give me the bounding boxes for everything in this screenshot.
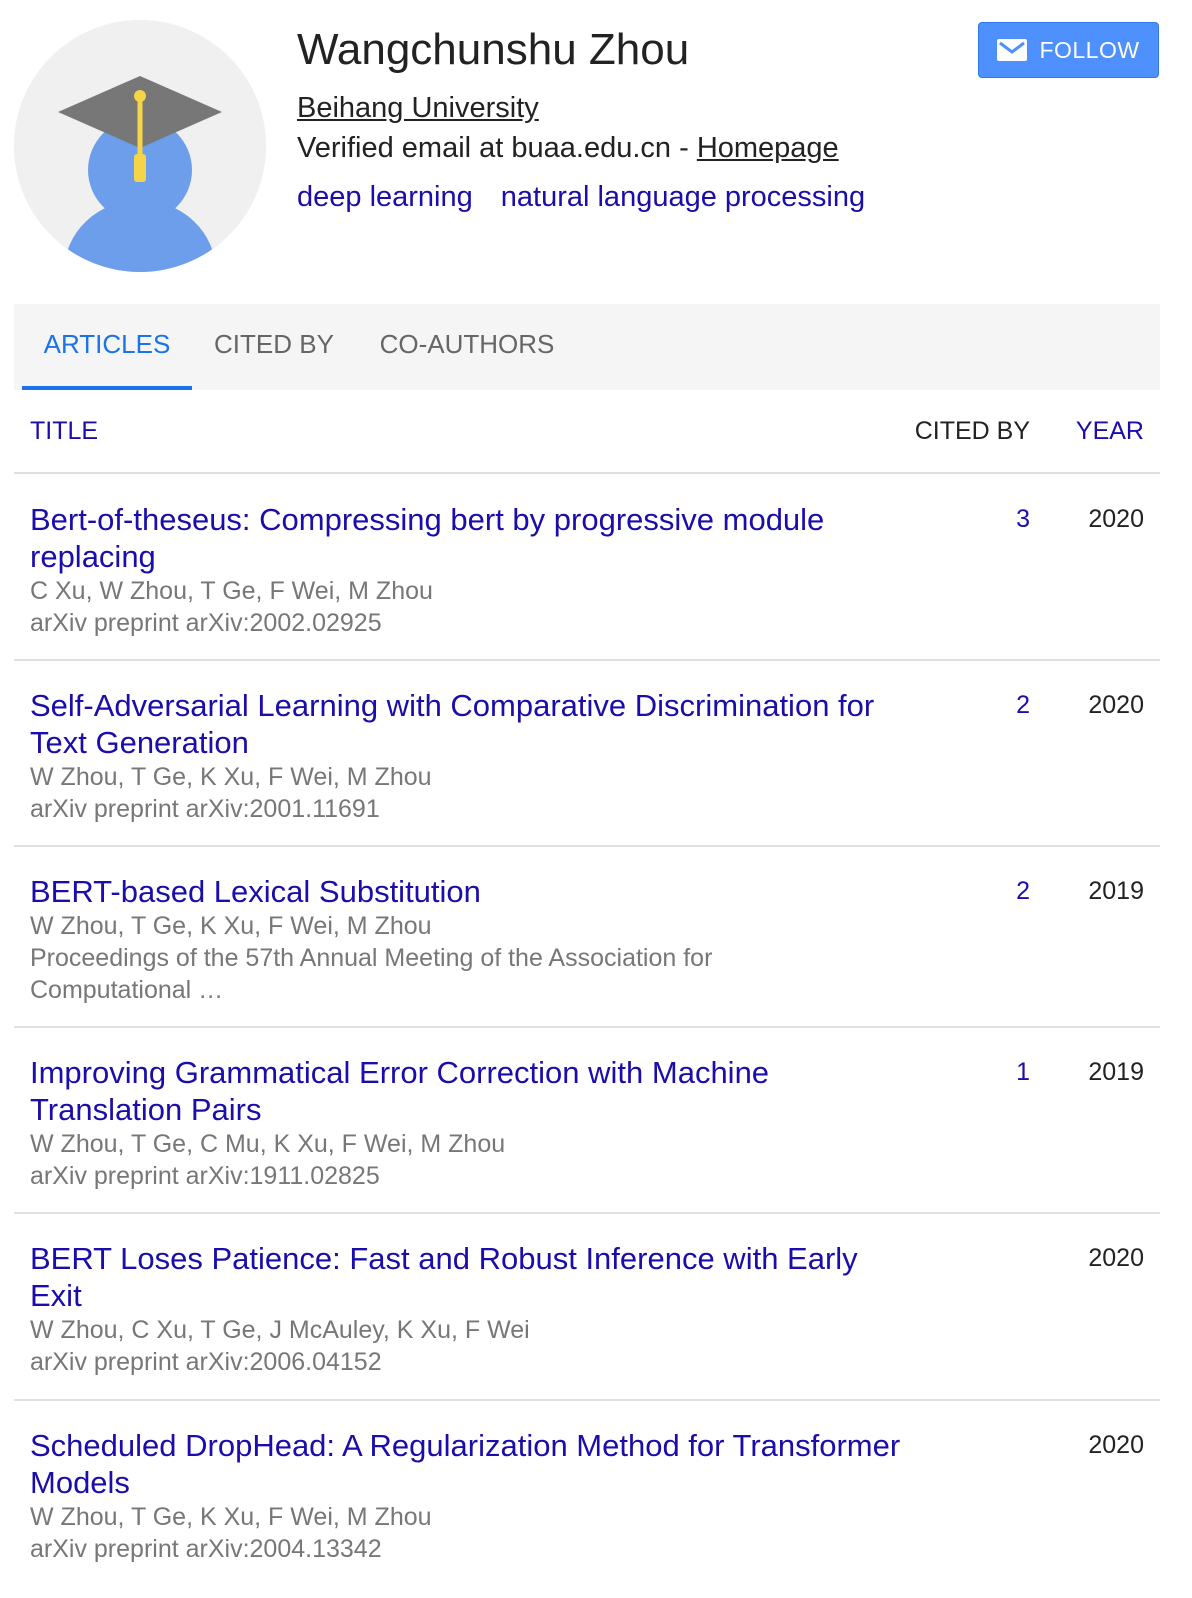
article-venue: arXiv preprint arXiv:2001.11691 bbox=[30, 795, 380, 823]
mail-envelope-icon bbox=[997, 39, 1028, 61]
article-title-link[interactable]: Improving Grammatical Error Correction w… bbox=[14, 1054, 910, 1128]
cited-by-count[interactable]: 1 bbox=[1016, 1057, 1030, 1087]
article-venue: arXiv preprint arXiv:2004.13342 bbox=[30, 1535, 382, 1563]
sort-by-title[interactable]: TITLE bbox=[30, 416, 98, 446]
cited-by-count[interactable]: 2 bbox=[1016, 690, 1030, 720]
interest-link[interactable]: natural language processing bbox=[501, 181, 865, 213]
tab-articles[interactable]: ARTICLES bbox=[22, 304, 192, 390]
article-title-link[interactable]: Scheduled DropHead: A Regularization Met… bbox=[14, 1427, 910, 1501]
article-authors: C Xu, W Zhou, T Ge, F Wei, M Zhou bbox=[30, 577, 433, 605]
article-year: 2020 bbox=[1088, 1431, 1144, 1459]
article-year: 2020 bbox=[1088, 1244, 1144, 1272]
follow-label: FOLLOW bbox=[1039, 36, 1140, 63]
homepage-link[interactable]: Homepage bbox=[697, 132, 839, 164]
table-row: BERT-based Lexical Substitution W Zhou, … bbox=[14, 847, 1160, 1028]
scholar-profile-page: Wangchunshu Zhou Beihang University Veri… bbox=[0, 0, 1192, 1598]
articles-list: Bert-of-theseus: Compressing bert by pro… bbox=[14, 474, 1160, 1581]
sort-by-year[interactable]: YEAR bbox=[1076, 416, 1144, 446]
article-title-link[interactable]: BERT Loses Patience: Fast and Robust Inf… bbox=[14, 1240, 910, 1314]
article-title-link[interactable]: BERT-based Lexical Substitution bbox=[14, 873, 910, 910]
tab-co-authors[interactable]: CO-AUTHORS bbox=[370, 304, 564, 390]
table-row: BERT Loses Patience: Fast and Robust Inf… bbox=[14, 1214, 1160, 1401]
profile-tabs: ARTICLES CITED BY CO-AUTHORS bbox=[14, 304, 1160, 390]
article-authors: W Zhou, T Ge, K Xu, F Wei, M Zhou bbox=[30, 1503, 432, 1531]
research-interests: deep learning natural language processing bbox=[297, 179, 893, 215]
table-row: Improving Grammatical Error Correction w… bbox=[14, 1028, 1160, 1214]
articles-table-header: TITLE CITED BY YEAR bbox=[14, 390, 1160, 474]
sort-by-cited[interactable]: CITED BY bbox=[915, 416, 1030, 446]
article-authors: W Zhou, C Xu, T Ge, J McAuley, K Xu, F W… bbox=[30, 1316, 530, 1344]
verified-email-line: Verified email at buaa.edu.cn - Homepage bbox=[297, 130, 893, 166]
interest-link[interactable]: deep learning bbox=[297, 181, 473, 213]
profile-info: Wangchunshu Zhou Beihang University Veri… bbox=[297, 24, 893, 215]
affiliation: Beihang University bbox=[297, 90, 893, 126]
article-venue: Proceedings of the 57th Annual Meeting o… bbox=[30, 944, 713, 1004]
article-venue: arXiv preprint arXiv:2006.04152 bbox=[30, 1348, 382, 1376]
table-row: Self-Adversarial Learning with Comparati… bbox=[14, 661, 1160, 847]
article-venue: arXiv preprint arXiv:1911.02825 bbox=[30, 1162, 380, 1190]
article-title-link[interactable]: Bert-of-theseus: Compressing bert by pro… bbox=[14, 501, 910, 575]
table-row: Bert-of-theseus: Compressing bert by pro… bbox=[14, 474, 1160, 661]
affiliation-link[interactable]: Beihang University bbox=[297, 92, 539, 124]
tab-cited-by[interactable]: CITED BY bbox=[204, 304, 344, 390]
article-authors: W Zhou, T Ge, K Xu, F Wei, M Zhou bbox=[30, 912, 432, 940]
article-title-link[interactable]: Self-Adversarial Learning with Comparati… bbox=[14, 687, 910, 761]
article-year: 2019 bbox=[1088, 877, 1144, 905]
profile-name: Wangchunshu Zhou bbox=[297, 25, 690, 74]
scholar-avatar-icon bbox=[14, 20, 266, 272]
avatar bbox=[14, 20, 266, 272]
article-year: 2019 bbox=[1088, 1058, 1144, 1086]
article-authors: W Zhou, T Ge, C Mu, K Xu, F Wei, M Zhou bbox=[30, 1130, 506, 1158]
verified-email-text: Verified email at buaa.edu.cn - bbox=[297, 132, 697, 164]
article-authors: W Zhou, T Ge, K Xu, F Wei, M Zhou bbox=[30, 763, 432, 791]
article-year: 2020 bbox=[1088, 505, 1144, 533]
follow-button[interactable]: FOLLOW bbox=[978, 22, 1159, 78]
article-venue: arXiv preprint arXiv:2002.02925 bbox=[30, 609, 382, 637]
table-row: Scheduled DropHead: A Regularization Met… bbox=[14, 1401, 1160, 1581]
article-year: 2020 bbox=[1088, 691, 1144, 719]
cited-by-count[interactable]: 3 bbox=[1016, 504, 1030, 534]
cited-by-count[interactable]: 2 bbox=[1016, 876, 1030, 906]
